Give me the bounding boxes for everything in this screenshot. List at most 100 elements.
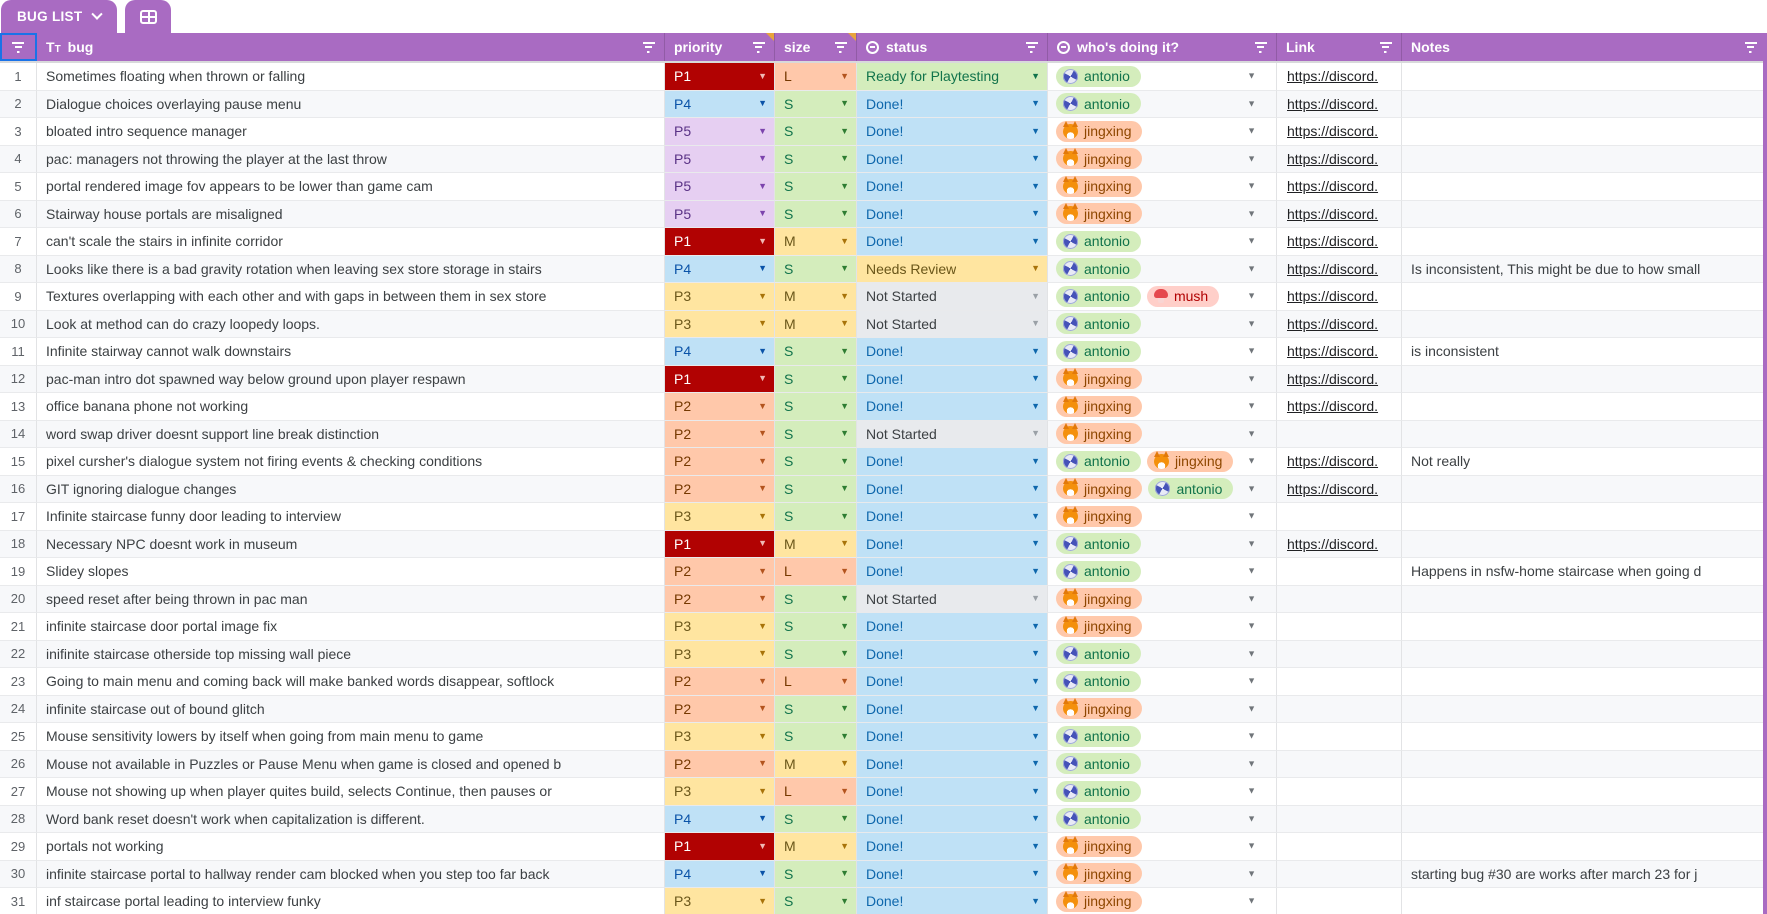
size-dropdown[interactable]: L▼	[775, 63, 857, 91]
column-header-bug[interactable]: TTbug	[37, 33, 665, 61]
status-dropdown[interactable]: Done!▼	[857, 558, 1048, 586]
link-cell[interactable]: https://discord.	[1277, 531, 1402, 559]
status-dropdown[interactable]: Done!▼	[857, 476, 1048, 504]
chevron-down-icon[interactable]: ▼	[1247, 182, 1256, 191]
priority-dropdown[interactable]: P5▼	[665, 118, 775, 146]
bug-cell[interactable]: Slidey slopes	[37, 558, 665, 586]
chevron-down-icon[interactable]: ▼	[1247, 814, 1256, 823]
size-dropdown[interactable]: L▼	[775, 558, 857, 586]
priority-dropdown[interactable]: P2▼	[665, 751, 775, 779]
assignee-cell[interactable]: antonio ▼	[1048, 91, 1277, 119]
column-header-link[interactable]: Link	[1277, 33, 1402, 61]
status-dropdown[interactable]: Done!▼	[857, 806, 1048, 834]
row-number[interactable]: 20	[0, 586, 37, 614]
assignee-chip[interactable]: antonio	[1056, 561, 1141, 582]
link-cell[interactable]: https://discord.	[1277, 393, 1402, 421]
notes-cell[interactable]: Not really	[1402, 448, 1767, 476]
size-dropdown[interactable]: S▼	[775, 696, 857, 724]
row-number[interactable]: 14	[0, 421, 37, 449]
notes-cell[interactable]: Happens in nsfw-home staircase when goin…	[1402, 558, 1767, 586]
link-cell[interactable]: https://discord.	[1277, 448, 1402, 476]
chevron-down-icon[interactable]: ▼	[1247, 594, 1256, 603]
link-cell[interactable]	[1277, 503, 1402, 531]
notes-cell[interactable]	[1402, 696, 1767, 724]
notes-cell[interactable]	[1402, 228, 1767, 256]
priority-dropdown[interactable]: P2▼	[665, 668, 775, 696]
priority-dropdown[interactable]: P1▼	[665, 366, 775, 394]
link-cell[interactable]: https://discord.	[1277, 173, 1402, 201]
chevron-down-icon[interactable]: ▼	[1247, 869, 1256, 878]
row-number[interactable]: 29	[0, 833, 37, 861]
priority-dropdown[interactable]: P3▼	[665, 888, 775, 914]
assignee-cell[interactable]: jingxing▼	[1048, 586, 1277, 614]
link-cell[interactable]: https://discord.	[1277, 228, 1402, 256]
priority-dropdown[interactable]: P2▼	[665, 586, 775, 614]
link-cell[interactable]	[1277, 723, 1402, 751]
bug-cell[interactable]: Textures overlapping with each other and…	[37, 283, 665, 311]
discord-link[interactable]: https://discord.	[1287, 398, 1378, 414]
column-header-notes[interactable]: Notes	[1402, 33, 1767, 61]
discord-link[interactable]: https://discord.	[1287, 371, 1378, 387]
status-dropdown[interactable]: Ready for Playtesting▼	[857, 63, 1048, 91]
notes-cell[interactable]	[1402, 393, 1767, 421]
size-dropdown[interactable]: M▼	[775, 531, 857, 559]
notes-cell[interactable]	[1402, 421, 1767, 449]
assignee-chip[interactable]: antonio	[1056, 671, 1141, 692]
bug-cell[interactable]: Necessary NPC doesnt work in museum	[37, 531, 665, 559]
column-header-status[interactable]: status	[857, 33, 1048, 61]
status-dropdown[interactable]: Done!▼	[857, 448, 1048, 476]
notes-cell[interactable]	[1402, 751, 1767, 779]
chevron-down-icon[interactable]: ▼	[1247, 347, 1256, 356]
assignee-cell[interactable]: antoniojingxing▼	[1048, 448, 1277, 476]
notes-cell[interactable]: Is inconsistent, This might be due to ho…	[1402, 256, 1767, 284]
size-dropdown[interactable]: S▼	[775, 393, 857, 421]
assignee-chip[interactable]: antonio	[1056, 341, 1141, 362]
priority-dropdown[interactable]: P1▼	[665, 531, 775, 559]
size-dropdown[interactable]: S▼	[775, 613, 857, 641]
notes-cell[interactable]: is inconsistent	[1402, 338, 1767, 366]
assignee-chip[interactable]: antonio	[1056, 726, 1141, 747]
notes-cell[interactable]	[1402, 888, 1767, 914]
status-dropdown[interactable]: Done!▼	[857, 366, 1048, 394]
priority-dropdown[interactable]: P3▼	[665, 723, 775, 751]
bug-cell[interactable]: inifinite staircase otherside top missin…	[37, 641, 665, 669]
assignee-chip[interactable]: jingxing	[1056, 616, 1142, 637]
chevron-down-icon[interactable]: ▼	[1247, 99, 1256, 108]
assignee-chip[interactable]: jingxing	[1056, 368, 1142, 389]
notes-cell[interactable]	[1402, 723, 1767, 751]
assignee-chip[interactable]: antonio	[1056, 286, 1141, 307]
priority-dropdown[interactable]: P3▼	[665, 778, 775, 806]
chevron-down-icon[interactable]: ▼	[1247, 787, 1256, 796]
assignee-cell[interactable]: jingxing▼	[1048, 421, 1277, 449]
row-number[interactable]: 16	[0, 476, 37, 504]
bug-cell[interactable]: Word bank reset doesn't work when capita…	[37, 806, 665, 834]
size-dropdown[interactable]: S▼	[775, 476, 857, 504]
chevron-down-icon[interactable]: ▼	[1247, 567, 1256, 576]
link-cell[interactable]	[1277, 641, 1402, 669]
assignee-chip[interactable]: jingxing	[1056, 698, 1142, 719]
assignee-chip[interactable]: jingxing	[1056, 148, 1142, 169]
assignee-chip[interactable]: antonio	[1056, 781, 1141, 802]
bug-cell[interactable]: infinite staircase door portal image fix	[37, 613, 665, 641]
link-cell[interactable]: https://discord.	[1277, 63, 1402, 91]
assignee-cell[interactable]: antoniomush▼	[1048, 283, 1277, 311]
size-dropdown[interactable]: M▼	[775, 228, 857, 256]
size-dropdown[interactable]: S▼	[775, 201, 857, 229]
row-number[interactable]: 19	[0, 558, 37, 586]
assignee-chip[interactable]: antonio	[1056, 313, 1141, 334]
size-dropdown[interactable]: S▼	[775, 888, 857, 914]
bug-cell[interactable]: word swap driver doesnt support line bre…	[37, 421, 665, 449]
assignee-chip[interactable]: antonio	[1056, 93, 1141, 114]
assignee-cell[interactable]: antonio▼	[1048, 228, 1277, 256]
assignee-cell[interactable]: jingxing▼	[1048, 393, 1277, 421]
size-dropdown[interactable]: S▼	[775, 173, 857, 201]
notes-cell[interactable]	[1402, 63, 1767, 91]
priority-dropdown[interactable]: P2▼	[665, 393, 775, 421]
assignee-chip[interactable]: jingxing	[1147, 451, 1233, 472]
assignee-cell[interactable]: antonio▼	[1048, 668, 1277, 696]
row-number[interactable]: 8	[0, 256, 37, 284]
size-dropdown[interactable]: M▼	[775, 833, 857, 861]
discord-link[interactable]: https://discord.	[1287, 178, 1378, 194]
priority-dropdown[interactable]: P4▼	[665, 861, 775, 889]
priority-dropdown[interactable]: P4▼	[665, 338, 775, 366]
